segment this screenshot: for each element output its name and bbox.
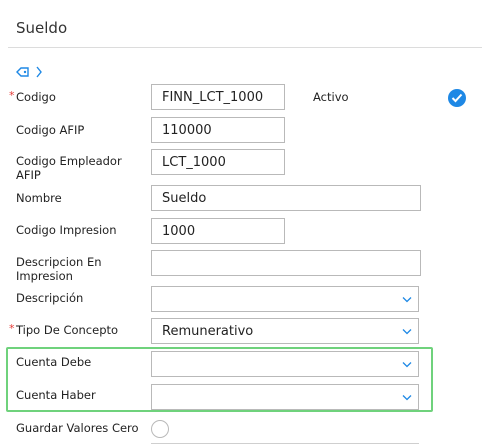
codigo-label: * Codigo (9, 89, 56, 104)
descripcion-select[interactable] (151, 286, 419, 312)
descripcion-label: Descripción (16, 291, 84, 305)
page-title: Sueldo (16, 19, 68, 37)
descripcion-en-impresion-input[interactable] (151, 250, 421, 276)
nombre-label: Nombre (16, 191, 62, 205)
cuenta-debe-label: Cuenta Debe (16, 355, 92, 369)
codigo-empleador-afip-label: Codigo Empleador AFIP (16, 154, 122, 182)
cuenta-debe-select[interactable] (151, 351, 419, 377)
chevron-down-icon[interactable] (402, 357, 412, 372)
title-divider (8, 47, 482, 48)
tipo-de-concepto-label: * Tipo De Concepto (9, 322, 119, 337)
cuenta-haber-label: Cuenta Haber (16, 388, 96, 402)
nombre-input[interactable]: Sueldo (151, 185, 421, 211)
codigo-afip-label: Codigo AFIP (16, 123, 85, 137)
tipo-de-concepto-value: Remunerativo (162, 323, 254, 339)
codigo-input[interactable]: FINN_LCT_1000 (151, 84, 285, 110)
codigo-afip-input[interactable]: 110000 (151, 117, 285, 143)
chevron-down-icon[interactable] (402, 324, 412, 339)
guardar-valores-cero-label: Guardar Valores Cero (16, 421, 139, 435)
next-field-edge (151, 443, 419, 444)
required-marker: * (9, 322, 15, 335)
activo-label: Activo (313, 90, 349, 104)
chevron-down-icon[interactable] (402, 292, 412, 307)
tipo-de-concepto-select[interactable]: Remunerativo (151, 318, 419, 344)
chevron-down-icon[interactable] (402, 390, 412, 405)
codigo-impresion-label: Codigo Impresion (16, 223, 117, 237)
codigo-impresion-input[interactable]: 1000 (151, 218, 285, 244)
check-circle-icon[interactable] (448, 89, 466, 107)
chevron-right-icon[interactable] (35, 63, 43, 82)
descripcion-en-impresion-label: Descripcion En Impresion (16, 255, 102, 283)
guardar-valores-cero-toggle[interactable] (151, 420, 169, 438)
breadcrumb (16, 63, 43, 82)
tag-icon[interactable] (16, 63, 30, 82)
required-marker: * (9, 89, 15, 102)
codigo-empleador-afip-input[interactable]: LCT_1000 (151, 149, 285, 175)
cuenta-haber-select[interactable] (151, 384, 419, 410)
